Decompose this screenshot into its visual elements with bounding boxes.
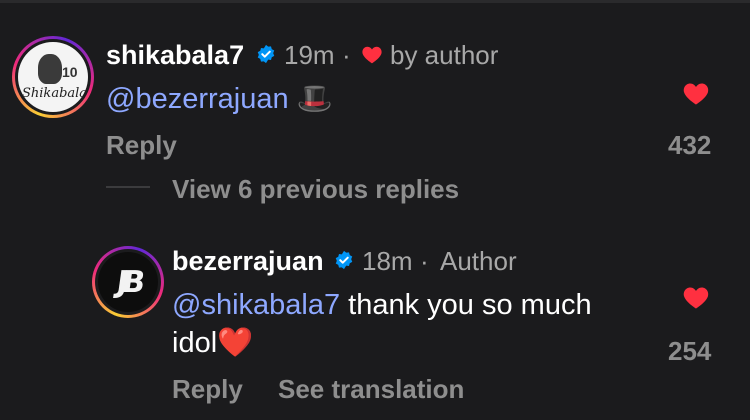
mention-link[interactable]: @bezerrajuan [106,83,289,115]
replies-divider [106,186,150,188]
heart-emoji: ❤️ [217,327,254,359]
avatar-signature: Shikabala [22,86,88,101]
reply-button[interactable]: Reply [106,130,177,161]
reply-button[interactable]: Reply [172,374,243,405]
comment-username[interactable]: shikabala7 [106,40,244,71]
liked-by-author-heart-icon [362,46,382,64]
like-heart-icon[interactable] [680,80,712,108]
like-heart-icon[interactable] [680,284,712,312]
reply-body: @shikabala7 thank you so much idol❤️ [172,286,592,362]
avatar[interactable]: JB [92,246,164,318]
reply-username[interactable]: bezerrajuan [172,246,324,277]
comment-body: @bezerrajuan 🎩 [106,80,333,118]
reply-text-line2: idol [172,327,218,359]
comment-time: 19m [284,40,335,70]
like-count: 254 [668,336,712,366]
see-translation-button[interactable]: See translation [278,374,464,405]
comments-panel: 10 Shikabala shikabala7 19m · by author … [0,0,750,420]
author-tag: Author [440,246,517,276]
meta-separator: · [420,246,429,276]
avatar-figure [38,54,62,84]
reply-time: 18m [362,246,413,276]
top-border [0,0,750,3]
like-count: 432 [668,130,712,160]
view-previous-replies-button[interactable]: View 6 previous replies [172,174,459,205]
avatar[interactable]: 10 Shikabala [12,36,94,118]
avatar-number: 10 [62,64,78,80]
reply-text-line1: thank you so much [340,289,592,321]
avatar-image: JB [98,252,158,312]
liked-by-author-label: by author [390,40,499,70]
avatar-image: 10 Shikabala [18,42,88,112]
verified-badge-icon [335,250,353,270]
meta-separator: · [342,40,351,70]
mention-link[interactable]: @shikabala7 [172,289,340,321]
avatar-logo: JB [114,264,142,300]
verified-badge-icon [257,44,275,64]
hat-emoji: 🎩 [296,83,333,115]
